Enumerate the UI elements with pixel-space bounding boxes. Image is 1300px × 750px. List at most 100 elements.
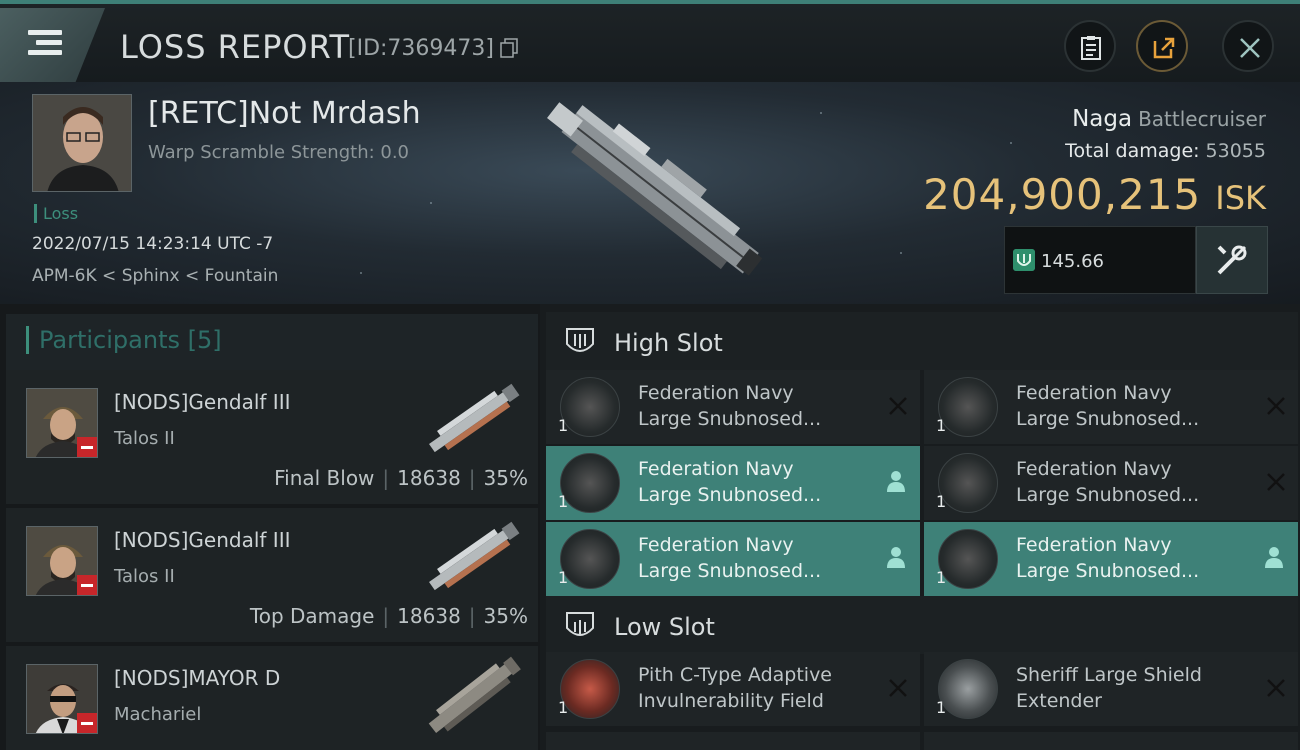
participants-panel: Participants [5] [NODS]Gendalf III Talos… (0, 304, 540, 750)
high-slot-item[interactable]: 1 Federation Navy Large Snubnosed... (546, 370, 920, 444)
ship-class: Battlecruiser (1138, 107, 1266, 131)
high-slot-item[interactable]: 1 Federation Navy Large Snubnosed... (546, 522, 920, 596)
participant-ship: Machariel (114, 704, 202, 725)
hostile-flag-icon (77, 713, 97, 733)
tools-button[interactable] (1196, 226, 1268, 294)
page-title: LOSS REPORT (120, 28, 351, 66)
participants-header[interactable]: Participants [5] (6, 314, 538, 370)
participants-title-text: Participants (39, 326, 180, 354)
participant-ship-image (428, 656, 521, 733)
destroyed-x-icon (1267, 679, 1285, 697)
item-name-line1: Federation Navy (638, 382, 794, 404)
shield-module-icon (560, 659, 620, 719)
victim-panel: [RETC]Not Mrdash Warp Scramble Strength:… (0, 82, 1300, 304)
destroyed-x-icon (889, 397, 907, 415)
destroyed-x-icon (1267, 397, 1285, 415)
destroyed-x-icon (889, 679, 907, 697)
participant-stats: Top Damage | 18638 | 35% (249, 604, 528, 628)
participant-ship-image (429, 383, 520, 453)
participant-row[interactable]: [NODS]MAYOR D Machariel (6, 646, 538, 750)
item-name-line2: Large Snubnosed... (1016, 484, 1200, 506)
person-icon (1265, 547, 1283, 568)
close-button[interactable] (1222, 20, 1274, 72)
header-bar: LOSS REPORT [ID:7369473] (0, 0, 1300, 82)
turret-icon (560, 529, 620, 589)
item-name-line1: Federation Navy (1016, 458, 1172, 480)
report-id: [ID:7369473] (348, 36, 494, 61)
item-name-line2: Large Snubnosed... (638, 484, 822, 506)
high-slot-item[interactable]: 1 Federation Navy Large Snubnosed... (924, 522, 1298, 596)
low-slot-item-partial[interactable] (924, 732, 1298, 750)
item-name-line2: Large Snubnosed... (638, 408, 822, 430)
item-quantity: 1 (558, 492, 569, 511)
turret-icon (938, 453, 998, 513)
ship-info: Naga Battlecruiser (1072, 106, 1266, 132)
participant-tag: Top Damage (249, 604, 375, 628)
loss-status-tag: Loss (34, 204, 78, 223)
shield-extender-icon (938, 659, 998, 719)
copy-icon[interactable] (500, 38, 518, 58)
item-name-line1: Pith C-Type Adaptive (638, 664, 832, 686)
high-slot-item[interactable]: 1 Federation Navy Large Snubnosed... (546, 446, 920, 520)
participants-title: Participants [5] (26, 326, 222, 354)
victim-name[interactable]: [RETC]Not Mrdash (148, 96, 421, 131)
item-quantity: 1 (558, 698, 569, 717)
isk-unit: ISK (1215, 179, 1266, 217)
participant-row[interactable]: [NODS]Gendalf III Talos II Top Damage | 18… (6, 508, 538, 642)
item-name-line2: Extender (1016, 690, 1102, 712)
clipboard-icon (1081, 36, 1101, 60)
item-name-line1: Federation Navy (1016, 382, 1172, 404)
high-slot-item[interactable]: 1 Federation Navy Large Snubnosed... (924, 370, 1298, 444)
participant-ship: Talos II (114, 428, 175, 449)
item-quantity: 1 (936, 698, 947, 717)
participants-count: [5] (187, 326, 222, 354)
low-slot-item[interactable]: 1 Sheriff Large Shield Extender (924, 652, 1298, 726)
high-slot-item[interactable]: 1 Federation Navy Large Snubnosed... (924, 446, 1298, 520)
total-damage-value: 53055 (1205, 140, 1266, 162)
item-name-line1: Federation Navy (1016, 534, 1172, 556)
item-name-line1: Federation Navy (638, 458, 794, 480)
participant-stats: Final Blow | 18638 | 35% (274, 466, 528, 490)
participant-ship-image (429, 521, 520, 591)
avatar (26, 526, 98, 596)
share-button[interactable] (1136, 20, 1188, 72)
participant-ship: Talos II (114, 566, 175, 587)
low-slot-label: Low Slot (614, 613, 715, 641)
participant-name[interactable]: [NODS]Gendalf III (114, 390, 290, 414)
isk-amount: 204,900,215 (923, 170, 1202, 219)
item-name-line1: Federation Navy (638, 534, 794, 556)
item-name-line2: Large Snubnosed... (1016, 560, 1200, 582)
item-quantity: 1 (936, 568, 947, 587)
item-name-line2: Invulnerability Field (638, 690, 824, 712)
low-slot-icon (566, 612, 594, 636)
menu-icon-bar (28, 50, 62, 55)
hostile-flag-icon (77, 437, 97, 457)
item-name-line1: Sheriff Large Shield (1016, 664, 1202, 686)
low-slot-item-partial[interactable] (546, 732, 920, 750)
kill-location[interactable]: APM-6K < Sphinx < Fountain (32, 266, 278, 286)
high-slot-icon (566, 328, 594, 352)
low-slot-item[interactable]: 1 Pith C-Type Adaptive Invulnerability Fi… (546, 652, 920, 726)
clipboard-button[interactable] (1064, 20, 1116, 72)
fitting-icon (1013, 249, 1035, 271)
ship-name[interactable]: Naga (1072, 106, 1132, 132)
turret-icon (560, 377, 620, 437)
participant-percent: 35% (483, 604, 528, 628)
total-damage-label: Total damage: (1065, 140, 1200, 162)
close-icon (1240, 38, 1260, 58)
participant-row[interactable]: [NODS]Gendalf III Talos II Final Blow | 18… (6, 370, 538, 504)
participant-damage: 18638 (397, 604, 461, 628)
victim-ship-image[interactable] (525, 84, 785, 298)
total-damage: Total damage: 53055 (1065, 140, 1266, 162)
menu-button[interactable] (0, 8, 105, 82)
avatar (26, 388, 98, 458)
victim-portrait[interactable] (32, 94, 132, 192)
tools-icon (1217, 245, 1247, 275)
fitting-value-box[interactable]: 145.66 (1004, 226, 1196, 294)
fitting-slots-panel: High Slot 1 Federation Navy Large Snubnos… (540, 304, 1300, 750)
participant-name[interactable]: [NODS]MAYOR D (114, 666, 280, 690)
destroyed-x-icon (1267, 473, 1285, 491)
participant-name[interactable]: [NODS]Gendalf III (114, 528, 290, 552)
kill-datetime: 2022/07/15 14:23:14 UTC -7 (32, 234, 274, 254)
isk-value: 204,900,215 ISK (923, 170, 1266, 219)
